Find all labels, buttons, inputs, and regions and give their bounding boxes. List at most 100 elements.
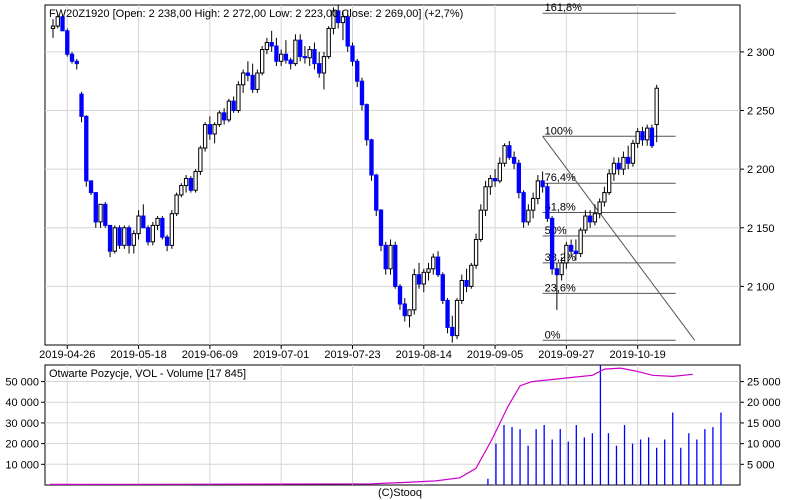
- candle-body: [568, 244, 574, 252]
- candle-body: [131, 233, 136, 246]
- candle-body: [654, 87, 659, 126]
- open-interest-y-tick-label: 10 000: [5, 459, 39, 471]
- price-y-tick-label: 2 200: [747, 164, 775, 176]
- candle-body: [107, 224, 113, 252]
- candle-body: [454, 299, 460, 337]
- volume-y-tick-label: 5 000: [747, 459, 775, 471]
- candle-body: [602, 192, 607, 203]
- candle-body: [516, 162, 522, 194]
- candle-body: [469, 264, 474, 287]
- open-interest-y-tick-label: 40 000: [5, 397, 39, 409]
- candle-body: [473, 238, 479, 266]
- candle-body: [407, 309, 412, 317]
- candle-body: [293, 39, 298, 65]
- candle-body: [645, 127, 650, 141]
- candle-body: [445, 299, 450, 328]
- footer-credit: (C)Stooq: [378, 487, 422, 499]
- candle-body: [492, 178, 498, 182]
- candle-body: [245, 72, 251, 76]
- candle-body: [649, 127, 655, 147]
- candle-body: [221, 112, 227, 121]
- chart-canvas: 2 1002 1502 2002 2502 300 2019-04-26 2019…: [5, 2, 781, 499]
- price-x-tick-label: 2019-09-05: [467, 349, 523, 361]
- candle-body: [526, 209, 531, 223]
- candle-body: [240, 72, 246, 86]
- price-title: FW20Z1920 [Open: 2 238,00 High: 2 272,00…: [49, 8, 463, 20]
- volume-panel: 10 000 20 000 30 000 40 000 50 000 5 000 10 0…: [5, 364, 781, 486]
- candle-body: [450, 326, 455, 337]
- price-y-tick-label: 2 150: [747, 223, 775, 235]
- candle-body: [416, 274, 422, 285]
- candle-body: [74, 60, 79, 65]
- price-x-tick-label: 2019-09-27: [538, 349, 594, 361]
- candle-body: [393, 244, 398, 287]
- candle-body: [597, 201, 602, 215]
- price-y-ticks: 2 100 2 150 2 200 2 250 2 300: [740, 47, 775, 293]
- candle-body: [611, 162, 617, 175]
- candle-body: [160, 217, 165, 238]
- candle-body: [502, 145, 507, 164]
- candle-body: [126, 227, 132, 246]
- candle-body: [345, 16, 350, 47]
- candle-body: [198, 147, 203, 172]
- candle-body: [217, 112, 222, 126]
- candle-body: [65, 30, 70, 55]
- candle-body: [592, 213, 598, 223]
- fib-level-label: 161,8%: [545, 2, 583, 14]
- candle-body: [364, 104, 369, 141]
- candle-body: [355, 60, 360, 82]
- candle-body: [155, 217, 160, 226]
- candle-body: [179, 185, 184, 196]
- candle-body: [578, 229, 583, 255]
- candle-body: [298, 39, 303, 58]
- open-interest-y-tick-label: 20 000: [5, 439, 39, 451]
- candle-body: [350, 45, 355, 62]
- candle-body: [383, 244, 388, 270]
- candle-body: [84, 115, 89, 182]
- candle-body: [587, 215, 593, 223]
- fib-level-label: 23,6%: [545, 282, 576, 294]
- candle-body: [507, 145, 512, 158]
- candle-body: [369, 139, 374, 176]
- candle-body: [312, 49, 317, 65]
- candle-body: [188, 178, 194, 191]
- candle-body: [397, 285, 403, 305]
- candle-body: [464, 280, 469, 287]
- candle-body: [388, 244, 393, 270]
- candle-body: [421, 271, 426, 285]
- candle-body: [288, 59, 293, 65]
- candle-body: [402, 303, 407, 317]
- candle-body: [79, 93, 84, 117]
- candle-body: [511, 156, 517, 164]
- candle-body: [236, 84, 241, 112]
- price-x-tick-label: 2019-07-01: [253, 349, 309, 361]
- candle-body: [554, 268, 560, 276]
- price-y-tick-label: 2 250: [747, 106, 775, 118]
- candle-body: [359, 80, 365, 106]
- price-x-tick-label: 2019-06-09: [182, 349, 238, 361]
- candle-body: [50, 25, 56, 29]
- price-x-tick-label: 2019-07-23: [324, 349, 380, 361]
- candle-body: [283, 53, 289, 61]
- candle-body: [183, 178, 189, 187]
- volume-title: Otwarte Pozycje, VOL - Volume [17 845]: [49, 368, 246, 380]
- candle-body: [317, 63, 322, 74]
- fib-level-label: 0%: [545, 329, 561, 341]
- candle-body: [307, 49, 312, 59]
- candle-body: [93, 192, 98, 223]
- price-y-tick-label: 2 300: [747, 47, 775, 59]
- candle-body: [103, 203, 108, 226]
- volume-y-tick-label: 25 000: [747, 377, 781, 389]
- candle-body: [250, 74, 255, 90]
- candle-body: [164, 236, 170, 246]
- candle-body: [559, 262, 564, 276]
- candle-body: [530, 197, 536, 211]
- candle-body: [573, 250, 579, 255]
- price-x-tick-label: 2019-04-26: [39, 349, 95, 361]
- candle-body: [440, 274, 445, 301]
- candle-body: [521, 192, 526, 223]
- candle-body: [478, 209, 483, 240]
- price-x-tick-label: 2019-08-14: [396, 349, 452, 361]
- candle-body: [426, 268, 431, 273]
- candle-body: [231, 100, 236, 112]
